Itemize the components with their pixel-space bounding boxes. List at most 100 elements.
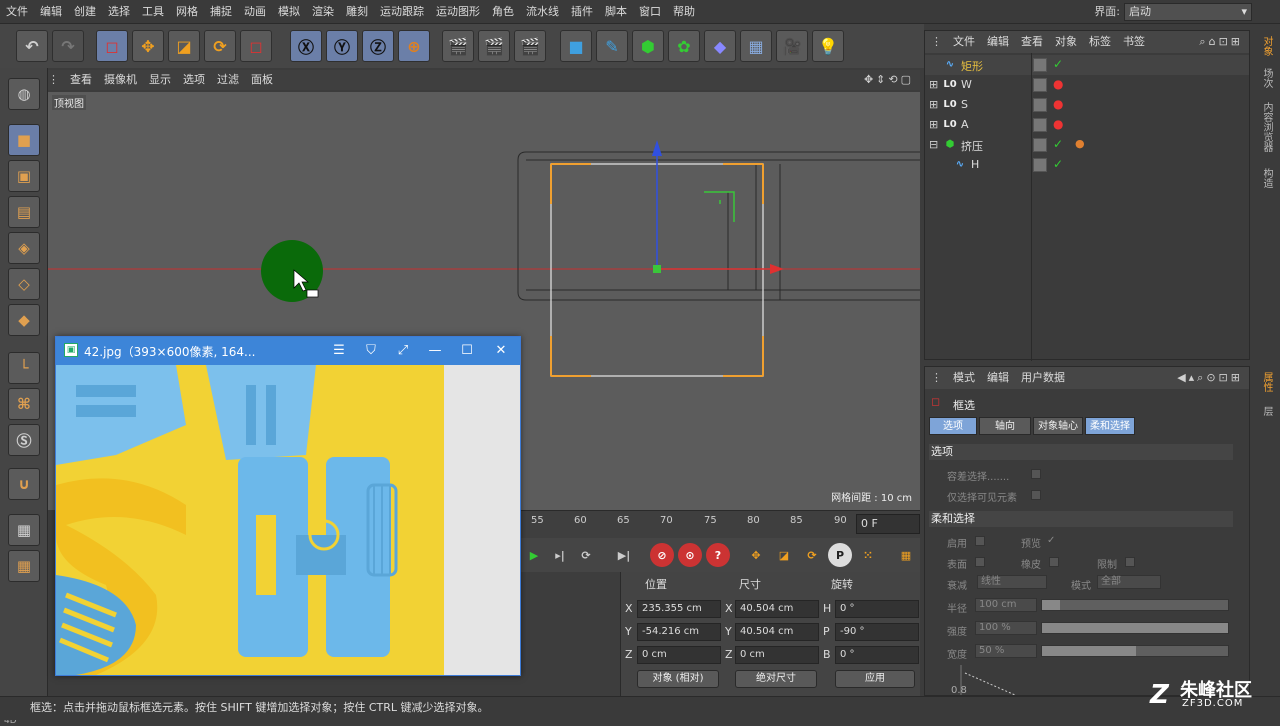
mode-select[interactable]: 全部 (1097, 575, 1161, 589)
scale-button[interactable]: ◪ (168, 30, 200, 62)
viewport-menu-camera[interactable]: 摄像机 (98, 70, 143, 90)
om-menu-tags[interactable]: 标签 (1083, 31, 1117, 53)
camera-button[interactable]: 🎥 (776, 30, 808, 62)
autokey-button[interactable]: ⊙ (678, 543, 702, 567)
menu-icon[interactable]: ☰ (328, 341, 350, 361)
render-settings-button[interactable]: 🎬 (514, 30, 546, 62)
move-button[interactable]: ✥ (132, 30, 164, 62)
edges-mode-button[interactable]: ◇ (8, 268, 40, 300)
size-mode-select[interactable]: 绝对尺寸 (735, 670, 817, 688)
render-view-button[interactable]: 🎬 (442, 30, 474, 62)
visible-only-checkbox[interactable] (1031, 490, 1041, 500)
menu-select[interactable]: 选择 (102, 0, 136, 24)
fullscreen-icon[interactable]: ⤢ (392, 341, 414, 361)
visibility-toggle[interactable] (1033, 138, 1047, 152)
strength-field[interactable]: 100 % (975, 621, 1037, 635)
rotate-button[interactable]: ⟳ (204, 30, 236, 62)
tab-object-axis[interactable]: 对象轴心 (1033, 417, 1083, 435)
menu-snap[interactable]: 捕捉 (204, 0, 238, 24)
image-viewer-titlebar[interactable]: ▣ 42.jpg（393×600像素, 164... ☰ ⛉ ⤢ — ☐ ✕ (56, 337, 520, 365)
image-viewer-window[interactable]: ▣ 42.jpg（393×600像素, 164... ☰ ⛉ ⤢ — ☐ ✕ (55, 336, 521, 676)
menu-mograph[interactable]: 运动图形 (430, 0, 486, 24)
recent-tool-button[interactable]: ◻ (240, 30, 272, 62)
expand-icon[interactable]: ⊞ (929, 78, 938, 91)
deformer-button[interactable]: ◆ (704, 30, 736, 62)
minimize-icon[interactable]: — (424, 341, 446, 361)
width-slider[interactable] (1041, 645, 1229, 657)
menu-render[interactable]: 渲染 (306, 0, 340, 24)
menu-plugins[interactable]: 插件 (565, 0, 599, 24)
position-x-field[interactable]: 235.355 cm (637, 600, 721, 618)
side-tab-structure[interactable]: 构造 (1254, 168, 1274, 188)
menu-mesh[interactable]: 网格 (170, 0, 204, 24)
visibility-toggle[interactable] (1033, 58, 1047, 72)
radius-slider[interactable] (1041, 599, 1229, 611)
width-field[interactable]: 50 % (975, 644, 1037, 658)
om-nav-icons[interactable]: ⌕⌂⊡⊞ (1199, 31, 1243, 53)
om-menu-view[interactable]: 查看 (1015, 31, 1049, 53)
preview-check-icon[interactable]: ✓ (1047, 535, 1055, 546)
undo-button[interactable]: ↶ (16, 30, 48, 62)
texture-mode-button[interactable]: ▣ (8, 160, 40, 192)
om-menu-edit[interactable]: 编辑 (981, 31, 1015, 53)
record-button[interactable]: ⊘ (650, 543, 674, 567)
coordinate-system-button[interactable]: ⊕ (398, 30, 430, 62)
expand-icon[interactable]: ⊞ (929, 98, 938, 111)
am-menu-userdata[interactable]: 用户数据 (1015, 367, 1071, 389)
y-axis-button[interactable]: Ⓨ (326, 30, 358, 62)
menu-window[interactable]: 窗口 (633, 0, 667, 24)
cube-button[interactable]: ■ (560, 30, 592, 62)
planar-workplane-button[interactable]: ▦ (8, 550, 40, 582)
menu-character[interactable]: 角色 (486, 0, 520, 24)
side-tab-objects[interactable]: 对象 (1254, 36, 1274, 56)
maximize-icon[interactable]: ☐ (456, 341, 478, 361)
tab-axis[interactable]: 轴向 (979, 417, 1031, 435)
object-row-extrude[interactable]: ⊟ ⬢ 挤压 ✓ ● (925, 135, 1249, 155)
key-position-button[interactable]: ✥ (744, 543, 768, 567)
snap-button[interactable]: Ⓢ (8, 424, 40, 456)
floor-button[interactable]: ▦ (740, 30, 772, 62)
position-y-field[interactable]: -54.216 cm (637, 623, 721, 641)
tab-options[interactable]: 选项 (929, 417, 977, 435)
workplane-mode-button[interactable]: ▤ (8, 196, 40, 228)
menu-sculpt[interactable]: 雕刻 (340, 0, 374, 24)
loop-button[interactable]: ⟳ (574, 543, 598, 567)
om-menu-file[interactable]: 文件 (947, 31, 981, 53)
column-divider[interactable] (1031, 53, 1032, 361)
size-y-field[interactable]: 40.504 cm (735, 623, 819, 641)
rotation-p-field[interactable]: -90 ° (835, 623, 919, 641)
falloff-select[interactable]: 线性 (977, 575, 1047, 589)
key-parameter-button[interactable]: P (828, 543, 852, 567)
rotation-b-field[interactable]: 0 ° (835, 646, 919, 664)
object-row-w[interactable]: ⊞ L0 W ● (925, 75, 1249, 95)
side-tab-attributes[interactable]: 属性 (1254, 372, 1274, 392)
side-tab-takes[interactable]: 场次 (1254, 68, 1274, 88)
expand-icon[interactable]: ⊞ (929, 118, 938, 131)
x-axis-button[interactable]: Ⓧ (290, 30, 322, 62)
pen-button[interactable]: ✎ (596, 30, 628, 62)
lock-workplane-button[interactable]: ▦ (8, 514, 40, 546)
keyframe-selection-button[interactable]: ? (706, 543, 730, 567)
visibility-toggle[interactable] (1033, 98, 1047, 112)
strength-slider[interactable] (1041, 622, 1229, 634)
polygons-mode-button[interactable]: ◆ (8, 304, 40, 336)
size-x-field[interactable]: 40.504 cm (735, 600, 819, 618)
play-button[interactable]: ▶ (522, 543, 546, 567)
tweak-mode-button[interactable]: ⌘ (8, 388, 40, 420)
z-axis-button[interactable]: Ⓩ (362, 30, 394, 62)
menu-animate[interactable]: 动画 (238, 0, 272, 24)
object-row-a[interactable]: ⊞ L0 A ● (925, 115, 1249, 135)
viewport-menu-panel[interactable]: 面板 (245, 70, 279, 90)
light-button[interactable]: 💡 (812, 30, 844, 62)
points-mode-button[interactable]: ◈ (8, 232, 40, 264)
object-row-s[interactable]: ⊞ L0 S ● (925, 95, 1249, 115)
material-tag-icon[interactable]: ● (1075, 137, 1085, 150)
surface-checkbox[interactable] (975, 557, 985, 567)
disabled-dot-icon[interactable]: ● (1053, 77, 1063, 91)
render-picture-viewer-button[interactable]: 🎬 (478, 30, 510, 62)
object-row-rectangle[interactable]: ∿ 矩形 ✓ (925, 55, 1249, 75)
visibility-toggle[interactable] (1033, 118, 1047, 132)
menu-script[interactable]: 脚本 (599, 0, 633, 24)
position-z-field[interactable]: 0 cm (637, 646, 721, 664)
make-editable-button[interactable]: ◍ (8, 78, 40, 110)
